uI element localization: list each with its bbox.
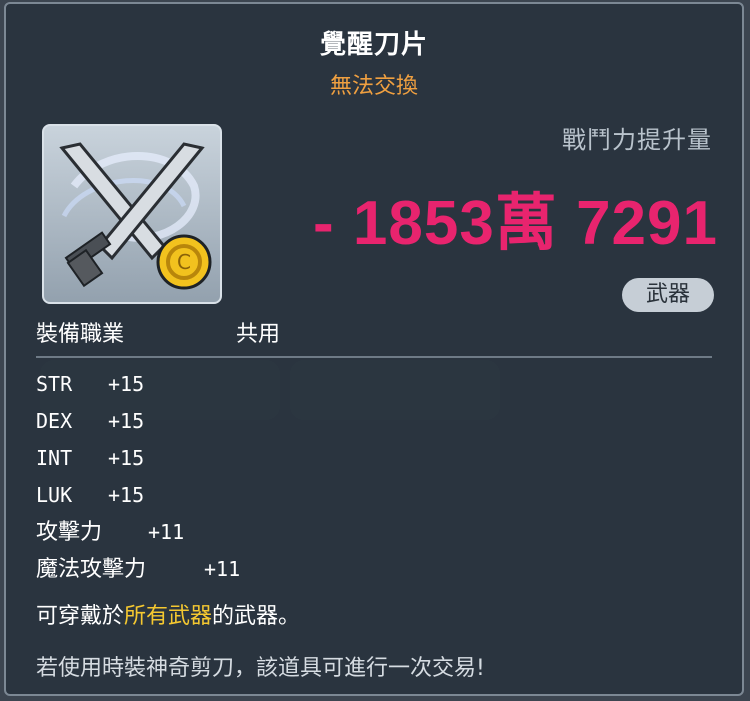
stat-name: 魔法攻擊力 [36,557,147,582]
stat-name: DEX [36,409,73,433]
svg-text:C: C [177,250,191,274]
combat-power-label: 戰鬥力提升量 [562,126,712,154]
stat-value: +15 [108,483,145,507]
stat-row: LUK +15 [36,477,146,514]
description-line-1: 可穿戴於所有武器的武器。 [36,598,300,630]
stat-value: +11 [148,520,185,544]
stat-list: STR +15 DEX +15 INT +15 LUK +15 攻擊力 +11 … [36,366,240,588]
item-name: 覺醒刀片 [319,30,428,60]
stat-name: STR [36,372,73,396]
stat-row: INT +15 [36,440,146,477]
stat-row: 攻擊力 +11 [36,514,184,551]
stat-name: INT [36,446,73,470]
description-highlight: 所有武器 [124,604,213,629]
stat-name: 攻擊力 [36,520,103,545]
job-row: 裝備職業 共用 [36,316,280,348]
job-label: 裝備職業 [36,322,125,347]
description-prefix: 可穿戴於 [36,604,125,629]
item-icon-frame: C [42,124,222,304]
trade-status: 無法交換 [329,74,418,99]
stat-row: STR +15 [36,366,146,403]
stat-value: +11 [204,557,241,581]
item-tooltip: 覺醒刀片 無法交換 C 戰鬥力提升量 - 1853萬 7291 武器 裝備職業 … [4,2,744,696]
job-value: 共用 [236,322,281,347]
stat-row: 魔法攻擊力 +11 [36,551,240,588]
stat-value: +15 [108,409,145,433]
stat-value: +15 [108,372,145,396]
stat-row: DEX +15 [36,403,146,440]
stat-value: +15 [108,446,145,470]
description-suffix: 的武器。 [212,604,301,629]
category-badge: 武器 [622,278,714,312]
stat-name: LUK [36,483,73,507]
divider [36,356,712,358]
combat-power-value: - 1853萬 7291 [313,189,718,258]
description-line-2: 若使用時裝神奇剪刀，該道具可進行一次交易! [36,656,485,681]
crossed-blades-with-gold-coin-icon: C [59,142,212,290]
